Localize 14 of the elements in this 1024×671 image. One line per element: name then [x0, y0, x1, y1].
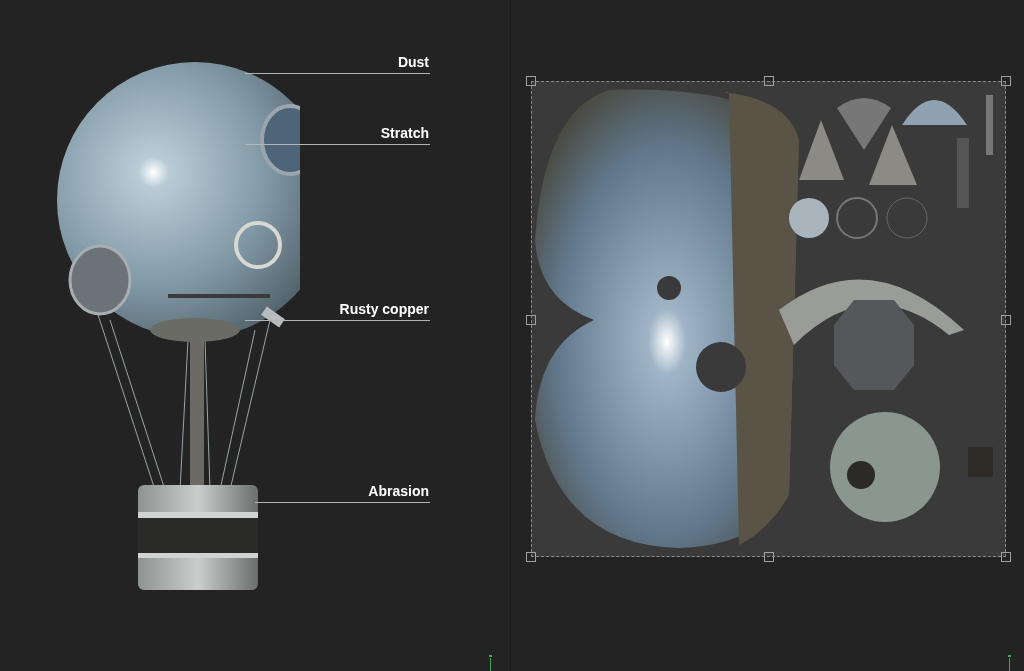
resize-handle[interactable] [526, 315, 536, 325]
callout-label: Dust [397, 53, 429, 72]
callout-label: Stratch [380, 124, 429, 143]
callout-label: Abrasion [368, 482, 429, 501]
axis-marker-icon [1007, 655, 1012, 671]
resize-handle[interactable] [1001, 76, 1011, 86]
resize-handle[interactable] [526, 552, 536, 562]
axis-marker-icon [488, 655, 493, 671]
resize-handle[interactable] [764, 552, 774, 562]
resize-handle[interactable] [1001, 552, 1011, 562]
resize-handle[interactable] [526, 76, 536, 86]
callout-label: Rusty copper [339, 300, 429, 319]
resize-handle[interactable] [1001, 315, 1011, 325]
resize-handle[interactable] [764, 76, 774, 86]
